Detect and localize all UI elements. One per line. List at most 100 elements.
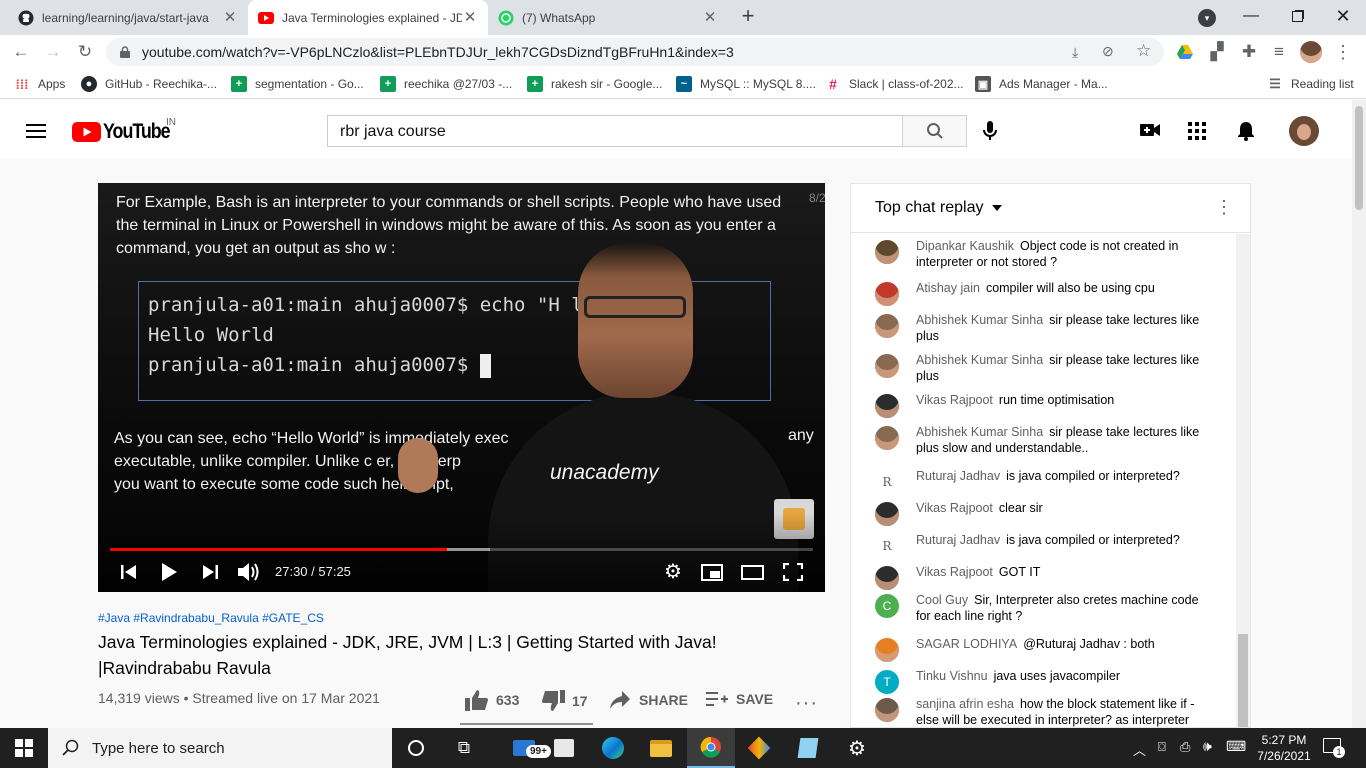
microphone-icon[interactable] xyxy=(982,120,998,147)
speaker-icon[interactable]: 🕪 xyxy=(1203,738,1212,755)
chat-message[interactable]: Atishay jain compiler will also be using … xyxy=(875,280,1205,306)
chat-mode-dropdown[interactable]: Top chat replay xyxy=(875,199,1002,217)
store-icon[interactable] xyxy=(540,728,588,768)
play-icon[interactable] xyxy=(160,562,178,587)
author-avatar[interactable] xyxy=(875,282,899,306)
chat-message[interactable]: Abhishek Kumar Sinha sir please take lect… xyxy=(875,352,1205,384)
author-avatar[interactable] xyxy=(875,240,899,264)
tab-github[interactable]: learning/learning/java/start-java ✕ xyxy=(8,0,248,35)
video-hashtags[interactable]: #Java #Ravindrababu_Ravula #GATE_CS xyxy=(98,611,324,625)
settings-gear-icon[interactable]: ⚙ xyxy=(833,728,881,768)
dislike-button[interactable]: 17 xyxy=(541,690,588,712)
chat-message[interactable]: Vikas Rajpoot run time optimisation xyxy=(875,392,1205,418)
search-input[interactable]: rbr java course xyxy=(327,115,903,147)
chat-message[interactable]: sanjina afrin esha how the block statemen… xyxy=(875,696,1205,727)
chat-scrollbar[interactable] xyxy=(1236,234,1250,727)
reading-list-button[interactable]: ☰ Reading list xyxy=(1267,75,1354,93)
chat-author[interactable]: Dipankar Kaushik xyxy=(916,239,1014,253)
miniplayer-icon[interactable] xyxy=(701,564,723,581)
hamburger-menu-icon[interactable] xyxy=(26,124,46,138)
author-avatar[interactable] xyxy=(875,698,899,722)
chat-author[interactable]: Vikas Rajpoot xyxy=(916,393,993,407)
bookmark-segmentation[interactable]: + segmentation - Go... xyxy=(231,75,364,93)
profile-avatar[interactable] xyxy=(1298,39,1324,65)
chat-author[interactable]: Abhishek Kumar Sinha xyxy=(916,353,1043,367)
show-hidden-icons-chevron-icon[interactable]: ︿ xyxy=(1133,740,1146,759)
chat-author[interactable]: Atishay jain xyxy=(916,281,980,295)
git-app-icon[interactable] xyxy=(735,728,783,768)
bookmark-slack[interactable]: # Slack | class-of-202... xyxy=(825,75,963,93)
close-icon[interactable]: ✕ xyxy=(462,9,478,26)
chat-message[interactable]: T Tinku Vishnu java uses javacompiler xyxy=(875,668,1205,694)
settings-gear-icon[interactable]: ⚙ xyxy=(664,562,682,582)
back-button[interactable]: ← xyxy=(8,39,34,65)
chat-author[interactable]: Vikas Rajpoot xyxy=(916,565,993,579)
chat-message[interactable]: Vikas Rajpoot GOT IT xyxy=(875,564,1205,590)
next-icon[interactable] xyxy=(201,563,219,586)
volume-icon[interactable] xyxy=(237,561,261,588)
chat-message[interactable]: C Cool Guy Sir, Interpreter also cretes ma… xyxy=(875,592,1205,624)
extension-chart-icon[interactable]: ▞ xyxy=(1204,39,1230,65)
author-avatar[interactable] xyxy=(875,394,899,418)
reload-button[interactable]: ↻ xyxy=(72,39,98,65)
share-button[interactable]: SHARE xyxy=(609,690,688,710)
more-actions-icon[interactable]: ··· xyxy=(795,692,818,715)
extensions-puzzle-icon[interactable]: ✚ xyxy=(1236,39,1262,65)
close-window-button[interactable]: ✕ xyxy=(1320,0,1366,32)
install-icon[interactable]: ⤓ xyxy=(1072,44,1078,61)
chat-author[interactable]: Tinku Vishnu xyxy=(916,669,988,683)
file-explorer-icon[interactable] xyxy=(637,728,685,768)
notification-center-icon[interactable]: 1 xyxy=(1323,738,1345,758)
apps-grid-icon[interactable] xyxy=(1188,122,1206,145)
edge-icon[interactable] xyxy=(589,728,637,768)
create-video-icon[interactable] xyxy=(1140,122,1160,143)
chat-author[interactable]: SAGAR LODHIYA xyxy=(916,637,1017,651)
bookmark-github[interactable]: ● GitHub - Reechika-... xyxy=(81,75,217,93)
author-avatar[interactable] xyxy=(875,502,899,526)
chat-menu-kebab-icon[interactable]: ⋮ xyxy=(1215,197,1233,218)
author-avatar[interactable] xyxy=(875,638,899,662)
bookmark-mysql[interactable]: ~ MySQL :: MySQL 8.... xyxy=(676,75,816,93)
task-view-icon[interactable]: ⧉ xyxy=(440,728,488,768)
chat-author[interactable]: Ruturaj Jadhav xyxy=(916,469,1000,483)
theater-mode-icon[interactable] xyxy=(741,565,764,580)
like-button[interactable]: 633 xyxy=(465,689,519,711)
chat-author[interactable]: Abhishek Kumar Sinha xyxy=(916,313,1043,327)
forward-button[interactable]: → xyxy=(40,39,66,65)
bookmark-rakesh[interactable]: + rakesh sir - Google... xyxy=(527,75,662,93)
chat-message[interactable]: Abhishek Kumar Sinha sir please take lect… xyxy=(875,424,1205,456)
chat-message[interactable]: Dipankar Kaushik Object code is not creat… xyxy=(875,238,1205,270)
chrome-icon[interactable] xyxy=(687,728,735,768)
chat-message[interactable]: R Ruturaj Jadhav is java compiled or inter… xyxy=(875,468,1205,494)
author-avatar[interactable] xyxy=(875,314,899,338)
taskbar-search-box[interactable]: Type here to search xyxy=(48,728,392,768)
chat-author[interactable]: Ruturaj Jadhav xyxy=(916,533,1000,547)
drive-icon[interactable] xyxy=(1172,39,1198,65)
save-button[interactable]: SAVE xyxy=(706,690,773,708)
bookmark-reechika[interactable]: + reechika @27/03 -... xyxy=(380,75,512,93)
restore-button[interactable] xyxy=(1274,0,1320,32)
author-avatar[interactable]: C xyxy=(875,594,899,618)
address-bar[interactable]: youtube.com/watch?v=-VP6pLNCzlo&list=PLE… xyxy=(106,38,1164,66)
author-avatar[interactable]: R xyxy=(875,470,899,494)
chat-scrollbar-thumb[interactable] xyxy=(1238,634,1248,727)
clock[interactable]: 5:27 PM 7/26/2021 xyxy=(1252,732,1316,764)
tab-whatsapp[interactable]: (7) WhatsApp ✕ xyxy=(488,0,728,35)
youtube-logo[interactable]: YouTube xyxy=(72,120,181,144)
bookmark-ads-manager[interactable]: ▣ Ads Manager - Ma... xyxy=(975,75,1108,93)
menu-kebab-icon[interactable]: ⋮ xyxy=(1330,39,1356,65)
eye-off-icon[interactable]: ⊘ xyxy=(1102,43,1114,60)
author-avatar[interactable] xyxy=(875,566,899,590)
search-button[interactable] xyxy=(902,115,967,147)
network-icon[interactable]: ⎙ xyxy=(1180,739,1190,755)
chat-message[interactable]: SAGAR LODHIYA @Ruturaj Jadhav : both xyxy=(875,636,1205,662)
camera-tray-icon[interactable]: ⌼ xyxy=(1158,739,1166,755)
notifications-bell-icon[interactable] xyxy=(1237,121,1255,146)
chat-message[interactable]: Vikas Rajpoot clear sir xyxy=(875,500,1205,526)
video-player[interactable]: For Example, Bash is an interpreter to y… xyxy=(98,183,825,592)
close-icon[interactable]: ✕ xyxy=(222,9,238,26)
notepad-app-icon[interactable] xyxy=(784,728,832,768)
windows-start-icon[interactable] xyxy=(0,728,48,768)
progress-bar[interactable] xyxy=(110,548,813,551)
tab-search-icon[interactable]: ▾ xyxy=(1198,9,1216,27)
